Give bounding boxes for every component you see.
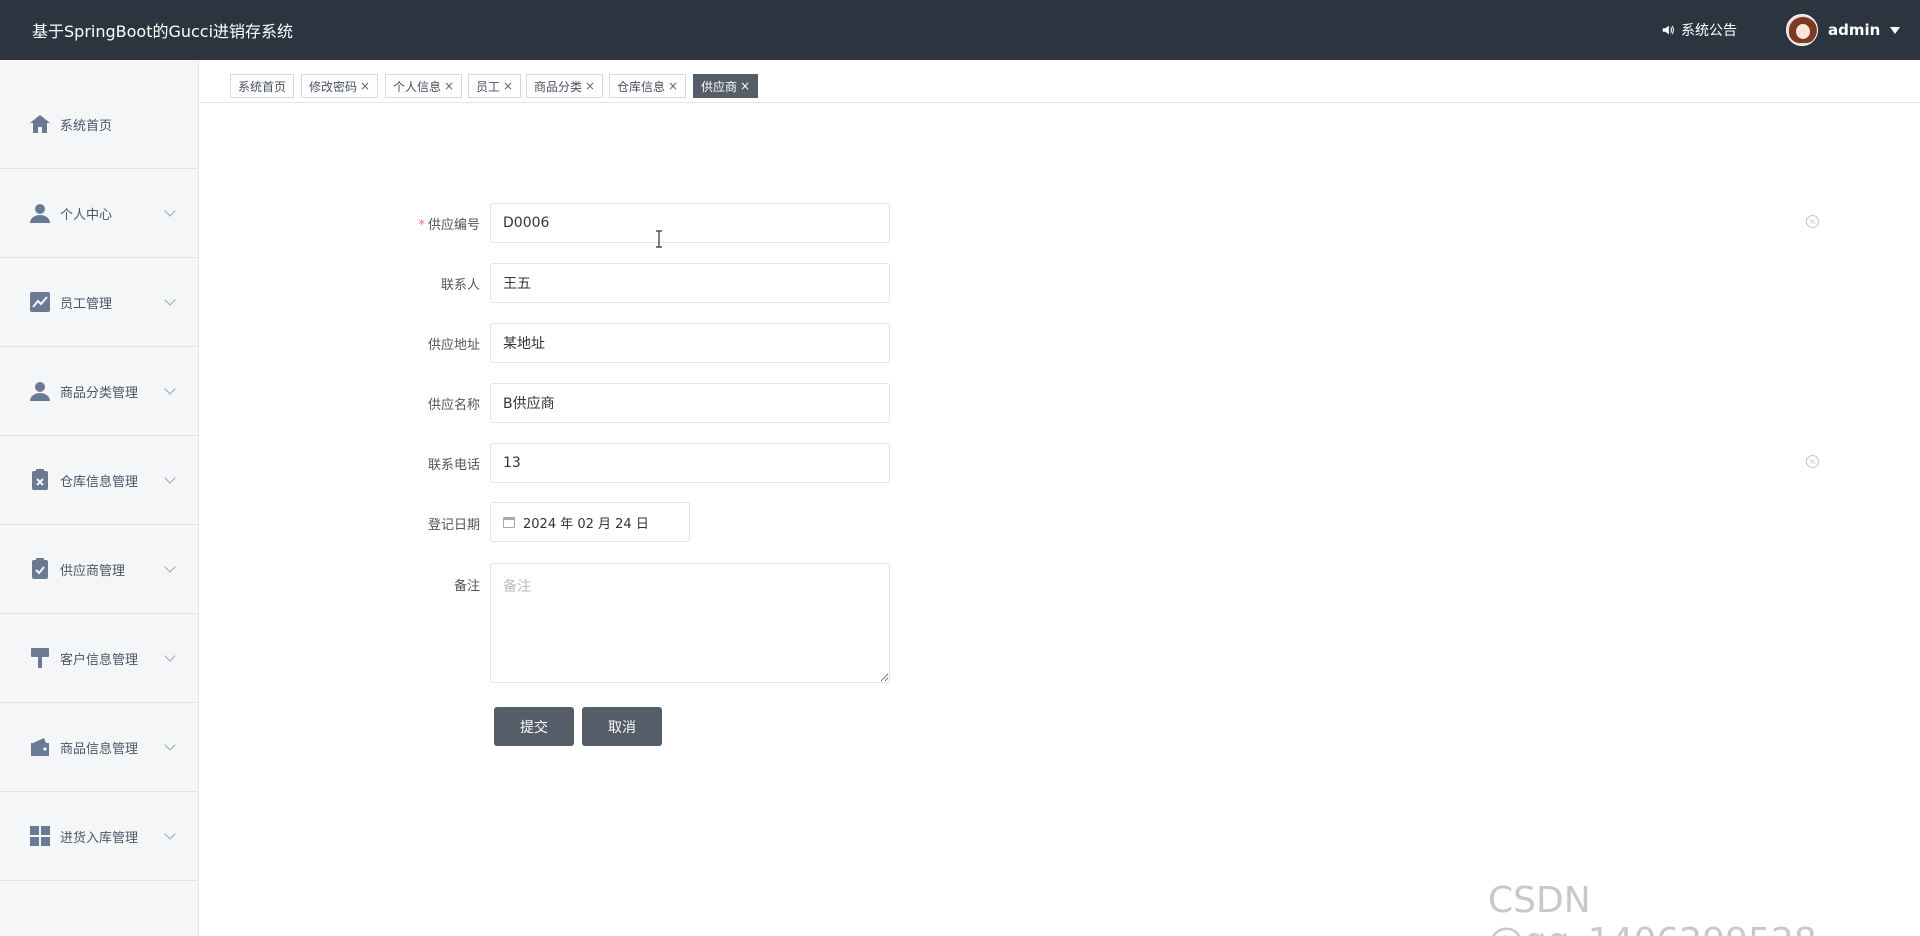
supplier-name-input[interactable] [490, 383, 890, 423]
system-notice-button[interactable]: 系统公告 [1661, 20, 1737, 40]
sidebar-item-label: 供应商管理 [60, 563, 126, 579]
date-picker[interactable]: 2024 年 02 月 24 日 [490, 502, 690, 542]
chart-line-icon [28, 290, 52, 314]
tab-staff[interactable]: 员工 × [468, 74, 522, 98]
top-header: 基于SpringBoot的Gucci进销存系统 系统公告 admin [0, 0, 1920, 60]
sidebar-item-home[interactable]: 系统首页 [0, 80, 199, 169]
clipboard-x-icon [28, 468, 52, 492]
supplier-name-label: 供应名称 [427, 398, 480, 413]
tab-label: 商品分类 [534, 79, 583, 94]
chevron-down-icon [164, 739, 176, 751]
wallet-icon [28, 735, 52, 759]
user-menu[interactable]: admin [1786, 14, 1901, 46]
sidebar-item-label: 系统首页 [60, 118, 113, 134]
sidebar-item-purchase-in[interactable]: 进货入库管理 [0, 792, 199, 881]
tab-warehouse[interactable]: 仓库信息 × [609, 74, 687, 98]
home-icon [28, 112, 52, 136]
tab-bar: 系统首页 修改密码 × 个人信息 × 员工 × 商品分类 × 仓库信息 × 供应商 × [200, 60, 1920, 103]
phone-label: 联系电话 [427, 458, 480, 473]
tab-label: 员工 [476, 79, 501, 94]
cancel-button[interactable]: 取消 [582, 707, 662, 746]
sidebar-item-label: 员工管理 [60, 296, 113, 312]
sidebar-item-label: 进货入库管理 [60, 830, 139, 846]
date-label: 登记日期 [427, 518, 480, 533]
sidebar-item-staff[interactable]: 员工管理 [0, 258, 199, 347]
sidebar-item-product[interactable]: 商品信息管理 [0, 703, 199, 792]
brush-icon [28, 646, 52, 670]
remark-label: 备注 [453, 579, 480, 594]
sidebar-item-personal-center[interactable]: 个人中心 [0, 169, 199, 258]
close-icon[interactable]: × [503, 79, 513, 93]
chevron-down-icon [164, 828, 176, 840]
caret-down-icon [1890, 26, 1901, 34]
tab-label: 个人信息 [393, 79, 442, 94]
sidebar-item-category[interactable]: 商品分类管理 [0, 347, 199, 436]
phone-input[interactable] [490, 443, 890, 483]
text-cursor-icon [656, 230, 662, 248]
tab-label: 供应商 [701, 79, 738, 94]
close-icon[interactable]: × [444, 79, 454, 93]
close-icon[interactable]: × [668, 79, 678, 93]
clear-icon[interactable]: × [1806, 455, 1819, 468]
user-icon [28, 379, 52, 403]
chevron-down-icon [164, 561, 176, 573]
address-input[interactable] [490, 323, 890, 363]
watermark: CSDN @qq_1406299528 [1488, 880, 1817, 936]
date-value: 2024 年 02 月 24 日 [523, 516, 649, 532]
sidebar-item-supplier[interactable]: 供应商管理 [0, 525, 199, 614]
chevron-down-icon [164, 650, 176, 662]
calendar-icon [503, 516, 515, 528]
required-mark: * [418, 218, 425, 233]
submit-button[interactable]: 提交 [494, 707, 574, 746]
supplier-code-input[interactable] [490, 203, 890, 243]
grid-icon [28, 824, 52, 848]
clear-icon[interactable]: × [1806, 215, 1819, 228]
avatar [1786, 14, 1818, 46]
contact-label: 联系人 [440, 278, 480, 293]
username-label: admin [1828, 21, 1881, 39]
close-icon[interactable]: × [585, 79, 595, 93]
sidebar-item-label: 仓库信息管理 [60, 474, 139, 490]
remark-textarea[interactable] [490, 563, 890, 683]
user-icon [28, 201, 52, 225]
chevron-down-icon [164, 294, 176, 306]
contact-input[interactable] [490, 263, 890, 303]
clipboard-check-icon [28, 557, 52, 581]
sidebar: 系统首页 个人中心 员工管理 商品分类管理 仓库信息管理 供应商管理 客户信息管… [0, 60, 199, 936]
sidebar-item-label: 客户信息管理 [60, 652, 139, 668]
tab-category[interactable]: 商品分类 × [526, 74, 604, 98]
tab-label: 系统首页 [238, 79, 287, 94]
tab-label: 修改密码 [309, 79, 358, 94]
address-label: 供应地址 [427, 338, 480, 353]
speaker-icon [1662, 25, 1674, 35]
sidebar-item-label: 商品分类管理 [60, 385, 139, 401]
close-icon[interactable]: × [360, 79, 370, 93]
sidebar-item-label: 商品信息管理 [60, 741, 139, 757]
system-notice-label: 系统公告 [1681, 23, 1737, 39]
supplier-code-label: * 供应编号 [418, 218, 480, 233]
tab-change-password[interactable]: 修改密码 × [301, 74, 379, 98]
tab-home[interactable]: 系统首页 [230, 74, 295, 98]
tab-personal-info[interactable]: 个人信息 × [385, 74, 463, 98]
chevron-down-icon [164, 472, 176, 484]
chevron-down-icon [164, 383, 176, 395]
sidebar-item-customer[interactable]: 客户信息管理 [0, 614, 199, 703]
sidebar-item-label: 个人中心 [60, 207, 113, 223]
close-icon[interactable]: × [740, 79, 750, 93]
sidebar-item-warehouse[interactable]: 仓库信息管理 [0, 436, 199, 525]
app-title: 基于SpringBoot的Gucci进销存系统 [32, 22, 294, 41]
chevron-down-icon [164, 205, 176, 217]
tab-supplier[interactable]: 供应商 × [693, 74, 759, 98]
tab-label: 仓库信息 [617, 79, 666, 94]
